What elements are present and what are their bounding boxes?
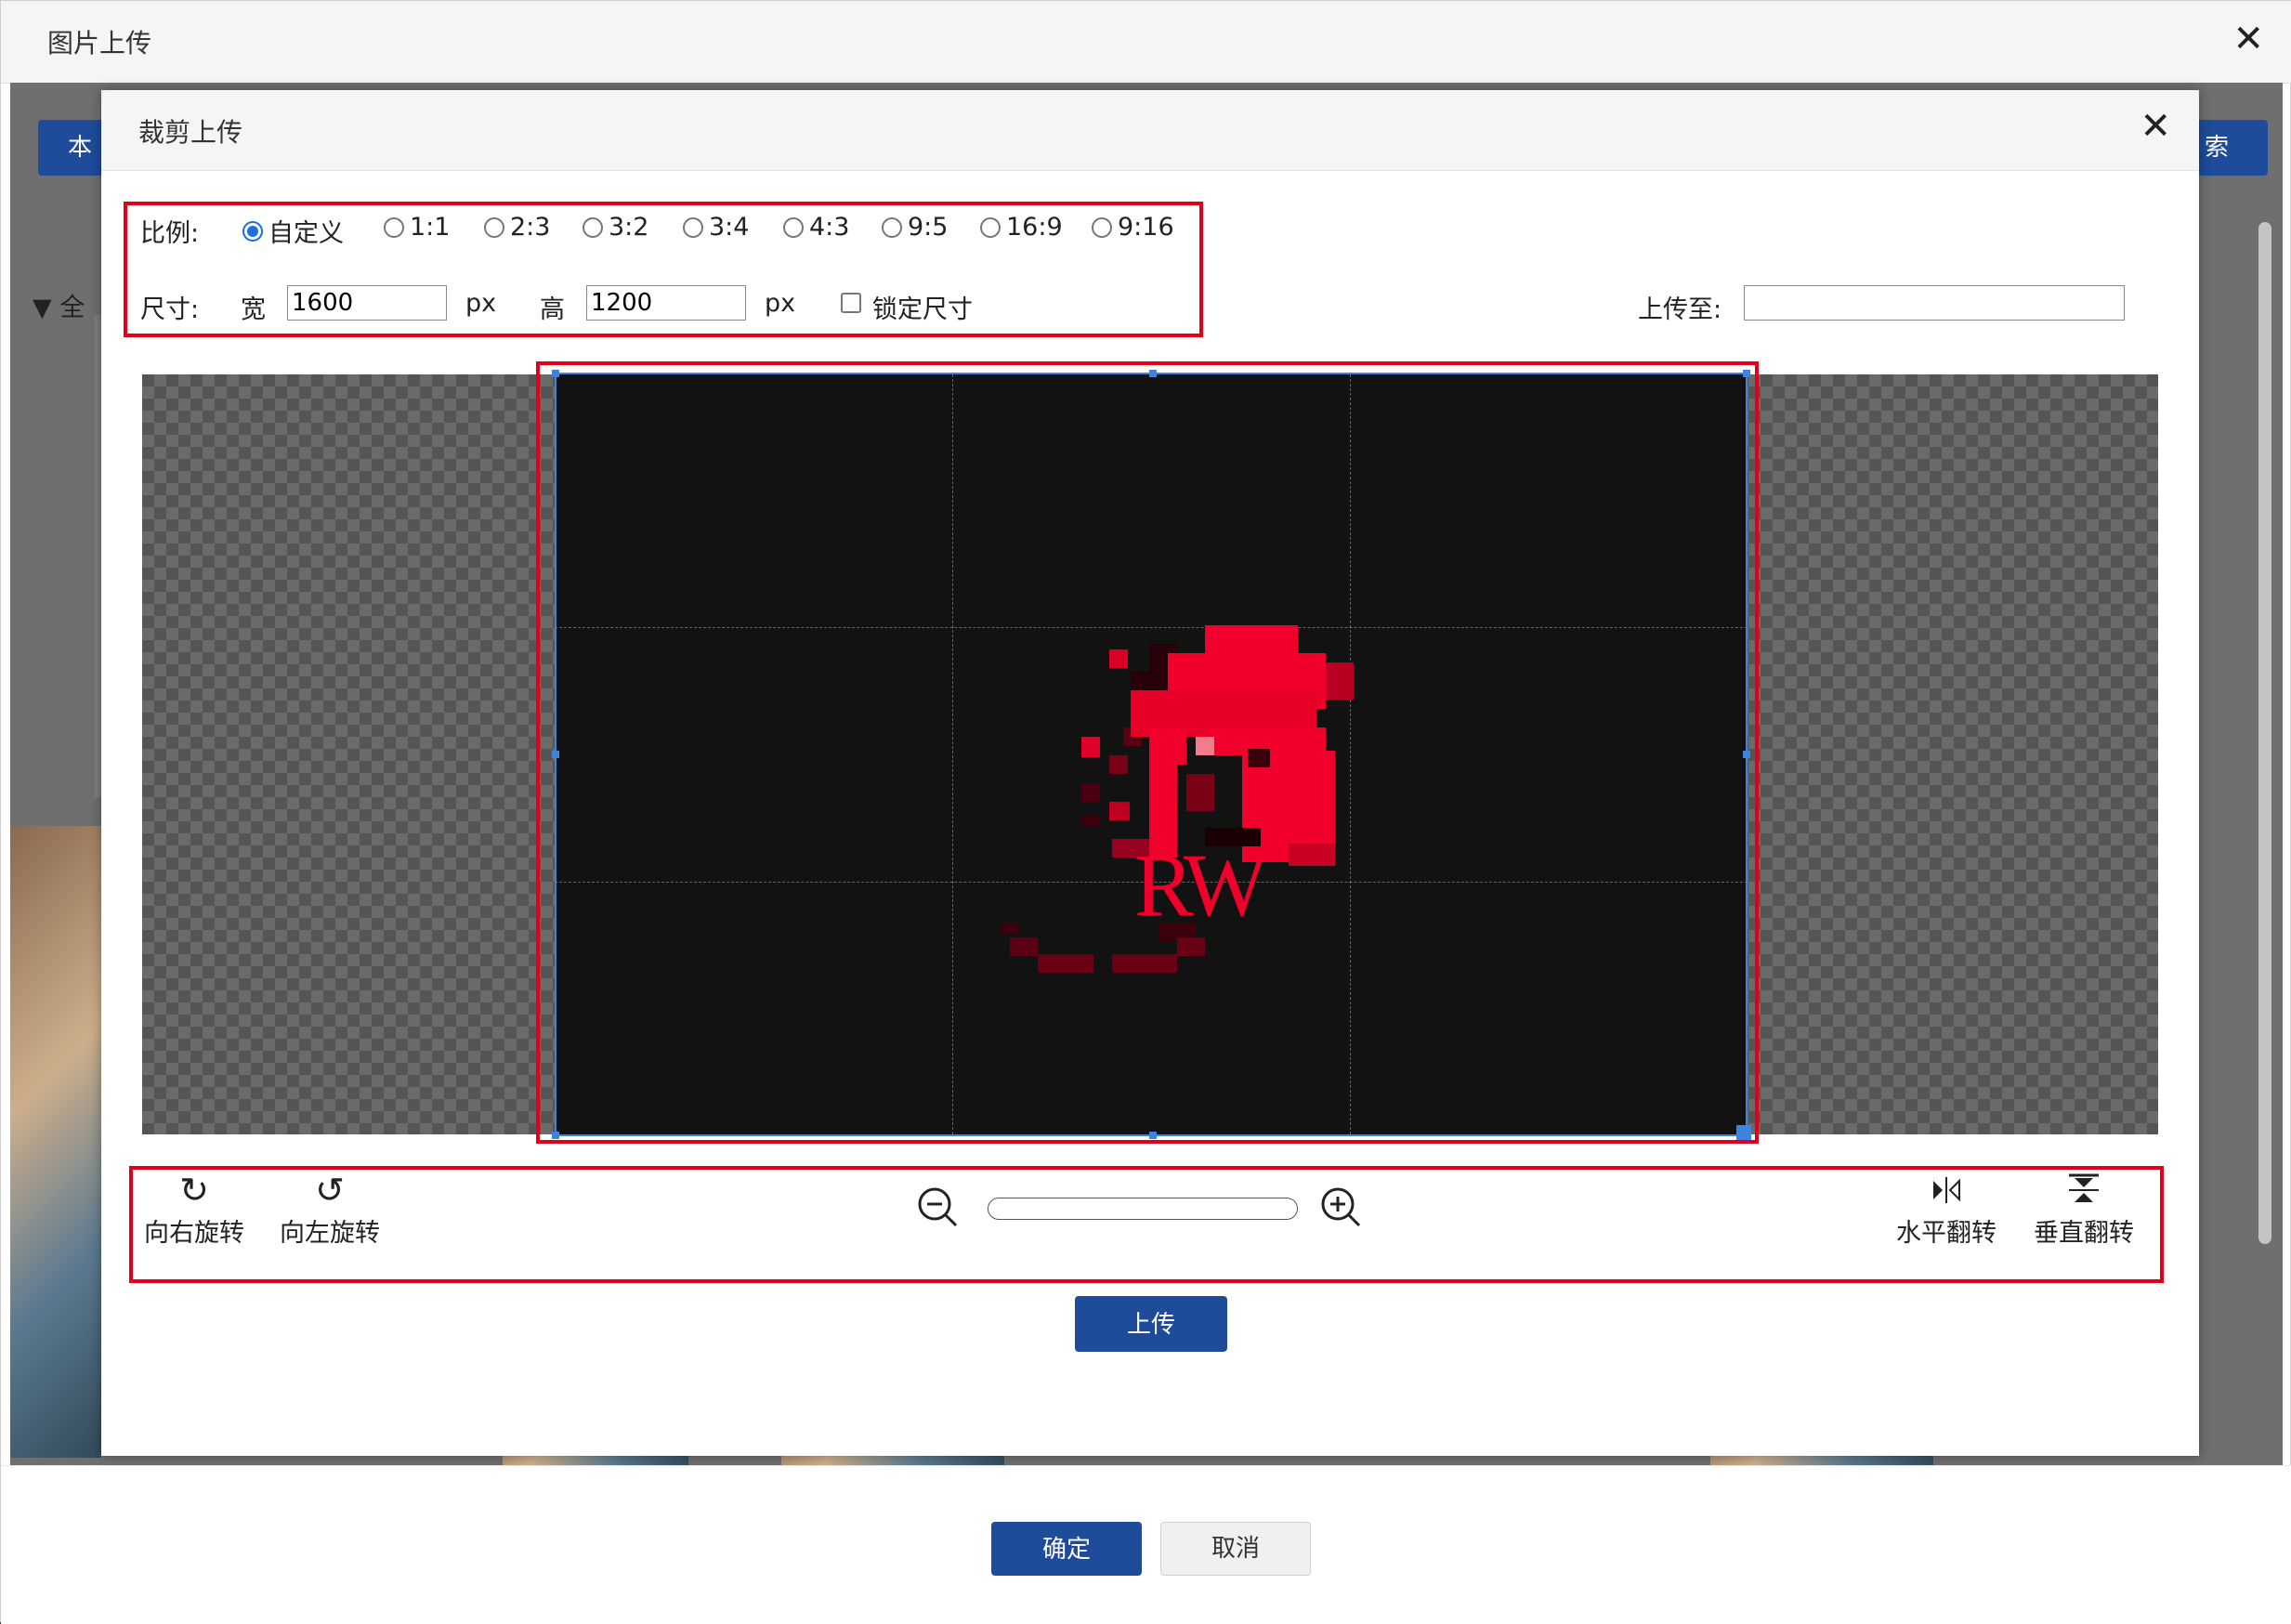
- radio-icon: [484, 216, 504, 238]
- height-label: 高: [540, 295, 565, 324]
- upload-to-input[interactable]: [1744, 285, 2125, 321]
- crop-dialog-title: 裁剪上传: [138, 117, 243, 148]
- outer-dialog: 图片上传 ✕ 本 索 ▼ 全 确定 取消 裁剪上传 ✕ 比例: 自定义 1:1 …: [0, 0, 2291, 1624]
- upload-button[interactable]: 上传: [1075, 1296, 1227, 1352]
- background-button-right-text: 索: [2204, 134, 2229, 162]
- rotate-left-icon: ↺: [315, 1170, 345, 1211]
- confirm-button[interactable]: 确定: [991, 1522, 1142, 1576]
- ratio-option-label: 2:3: [510, 213, 551, 242]
- background-tree-toggle: ▼ 全: [33, 294, 85, 322]
- ratio-option-3-4[interactable]: 3:4: [683, 213, 749, 242]
- flip-horizontal-icon: [1933, 1177, 1960, 1203]
- radio-icon: [384, 216, 404, 238]
- radio-icon: [882, 216, 902, 238]
- close-icon[interactable]: ✕: [2140, 105, 2171, 148]
- ratio-option-label: 16:9: [1006, 213, 1063, 242]
- ratio-option-label: 3:2: [609, 213, 649, 242]
- outer-dialog-title: 图片上传: [47, 28, 152, 59]
- background-tree-label: 全: [59, 294, 85, 322]
- flip-horizontal-label: 水平翻转: [1896, 1219, 1996, 1248]
- radio-icon: [783, 216, 804, 238]
- ratio-option-2-3[interactable]: 2:3: [484, 213, 550, 242]
- ratio-option-3-2[interactable]: 3:2: [583, 213, 648, 242]
- ratio-option-16-9[interactable]: 16:9: [980, 213, 1063, 242]
- outer-dialog-footer: 确定 取消: [1, 1465, 2291, 1624]
- crop-dialog: 裁剪上传 ✕ 比例: 自定义 1:1 2:3 3:2 3:4 4:3 9:5 1…: [101, 90, 2199, 1456]
- lock-size-label: 锁定尺寸: [872, 295, 973, 324]
- cancel-button[interactable]: 取消: [1160, 1522, 1311, 1576]
- width-unit: px: [465, 289, 497, 318]
- background-photo-left: [10, 826, 101, 1458]
- rotate-left-label: 向左旋转: [280, 1219, 380, 1248]
- flip-vertical-icon: [2069, 1173, 2099, 1202]
- width-label: 宽: [241, 295, 266, 324]
- radio-icon: [980, 216, 1001, 238]
- ratio-option-1-1[interactable]: 1:1: [384, 213, 450, 242]
- toolbar-highlight: [129, 1166, 2164, 1283]
- ratio-option-9-16[interactable]: 9:16: [1092, 213, 1174, 242]
- radio-icon: [583, 216, 603, 238]
- flip-vertical-button[interactable]: 垂直翻转: [2026, 1170, 2141, 1249]
- zoom-in-icon[interactable]: [1318, 1185, 1363, 1229]
- ratio-label: 比例:: [140, 219, 200, 248]
- close-icon[interactable]: ✕: [2232, 18, 2264, 60]
- background-button-left-text: 本: [67, 134, 92, 162]
- upload-to-label: 上传至:: [1638, 295, 1722, 324]
- background-scrollbar[interactable]: [2258, 222, 2271, 1244]
- rotate-right-label: 向右旋转: [144, 1219, 244, 1248]
- rotate-right-button[interactable]: ↻ 向右旋转: [137, 1170, 252, 1249]
- radio-icon: [1092, 216, 1112, 238]
- crop-highlight: [536, 361, 1759, 1144]
- zoom-out-icon[interactable]: [915, 1185, 960, 1229]
- lock-size-checkbox[interactable]: [841, 293, 861, 313]
- crop-dialog-header: 裁剪上传 ✕: [101, 90, 2199, 171]
- size-label: 尺寸:: [140, 295, 200, 324]
- ratio-option-label: 自定义: [268, 219, 344, 248]
- outer-dialog-header: 图片上传 ✕: [1, 1, 2291, 84]
- width-input[interactable]: [287, 285, 447, 321]
- height-input[interactable]: [586, 285, 746, 321]
- flip-vertical-label: 垂直翻转: [2034, 1219, 2134, 1248]
- ratio-option-label: 1:1: [410, 213, 451, 242]
- zoom-slider[interactable]: [988, 1198, 1298, 1220]
- ratio-option-label: 9:5: [908, 213, 949, 242]
- ratio-option-label: 3:4: [709, 213, 750, 242]
- height-unit: px: [765, 289, 796, 318]
- ratio-option-9-5[interactable]: 9:5: [882, 213, 948, 242]
- ratio-option-custom[interactable]: 自定义: [242, 213, 344, 249]
- flip-horizontal-button[interactable]: 水平翻转: [1889, 1170, 2004, 1249]
- ratio-option-4-3[interactable]: 4:3: [783, 213, 849, 242]
- rotate-left-button[interactable]: ↺ 向左旋转: [272, 1170, 387, 1249]
- rotate-right-icon: ↻: [179, 1170, 209, 1211]
- ratio-option-label: 4:3: [809, 213, 850, 242]
- radio-icon: [683, 216, 703, 238]
- radio-selected-icon: [242, 220, 263, 242]
- ratio-option-label: 9:16: [1118, 213, 1174, 242]
